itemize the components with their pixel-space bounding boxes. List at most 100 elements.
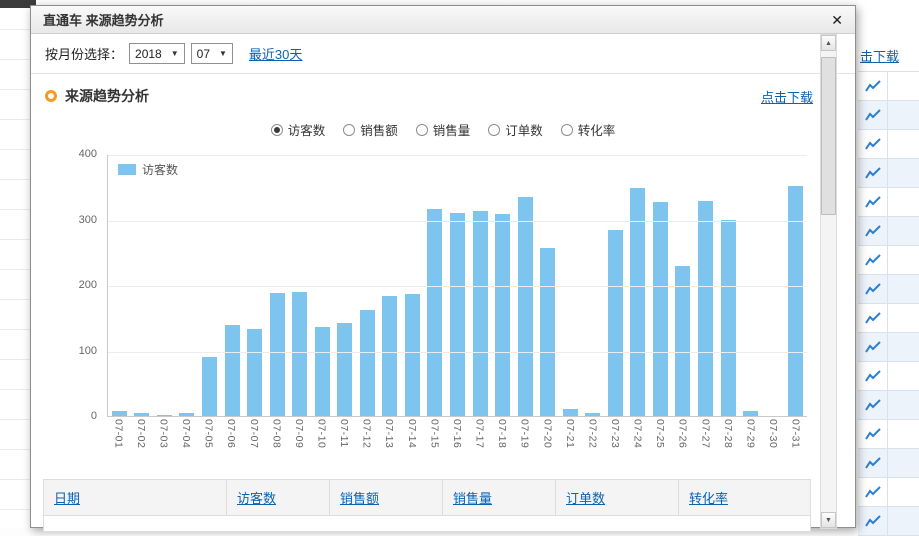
table-header-cell: 访客数 <box>227 480 330 515</box>
table-sort-link-4[interactable]: 销售量 <box>453 491 492 506</box>
x-tick: 07-16 <box>449 419 464 465</box>
x-tick-label: 07-22 <box>586 419 598 465</box>
background-table-row <box>858 333 919 362</box>
background-table-row <box>858 188 919 217</box>
table-header-cell: 日期 <box>44 480 227 515</box>
trend-chart-icon[interactable] <box>858 304 888 332</box>
background-table-cell <box>888 188 919 216</box>
x-tick: 07-28 <box>720 419 735 465</box>
x-tick-label: 07-04 <box>180 419 192 465</box>
year-select[interactable]: 2018 ▼ <box>129 43 185 64</box>
y-tick-label: 300 <box>79 214 97 226</box>
trend-chart-icon[interactable] <box>858 72 888 100</box>
bar-07-26 <box>675 266 690 416</box>
background-table-cell <box>888 333 919 361</box>
metric-radio-3[interactable]: 销售量 <box>416 120 471 139</box>
x-tick-label: 07-08 <box>270 419 282 465</box>
table-sort-link-5[interactable]: 订单数 <box>566 491 605 506</box>
trend-chart-icon[interactable] <box>858 478 888 506</box>
bar-07-25 <box>653 202 668 416</box>
scroll-up-button[interactable]: ▲ <box>821 35 836 51</box>
trend-chart-icon[interactable] <box>858 362 888 390</box>
x-tick-label: 07-09 <box>293 419 305 465</box>
x-tick: 07-27 <box>698 419 713 465</box>
scrollbar-thumb[interactable] <box>821 57 836 215</box>
x-tick-label: 07-20 <box>541 419 553 465</box>
background-table-cell <box>888 362 919 390</box>
table-header-cell: 转化率 <box>679 480 810 515</box>
x-tick: 07-21 <box>562 419 577 465</box>
x-tick-label: 07-16 <box>451 419 463 465</box>
metric-radio-1[interactable]: 访客数 <box>271 120 326 139</box>
background-table-cell <box>888 304 919 332</box>
bar-07-20 <box>540 248 555 416</box>
x-tick: 07-20 <box>540 419 555 465</box>
table-sort-link-1[interactable]: 日期 <box>54 491 80 506</box>
metric-radio-4[interactable]: 订单数 <box>488 120 543 139</box>
background-page-left <box>0 0 30 528</box>
x-tick-label: 07-10 <box>315 419 327 465</box>
metric-radio-label: 销售量 <box>433 120 471 139</box>
background-download-link[interactable]: 击下载 <box>860 46 899 65</box>
metric-radio-5[interactable]: 转化率 <box>561 120 616 139</box>
trend-chart-icon[interactable] <box>858 246 888 274</box>
bar-07-06 <box>225 325 240 416</box>
x-tick: 07-05 <box>201 419 216 465</box>
download-link[interactable]: 点击下载 <box>761 87 813 106</box>
trend-chart-icon[interactable] <box>858 275 888 303</box>
x-tick-label: 07-06 <box>225 419 237 465</box>
metric-radio-label: 转化率 <box>578 120 616 139</box>
x-tick-label: 07-12 <box>361 419 373 465</box>
x-tick-label: 07-14 <box>406 419 418 465</box>
trend-chart-icon[interactable] <box>858 449 888 477</box>
y-tick-label: 100 <box>79 345 97 357</box>
trend-chart-icon[interactable] <box>858 333 888 361</box>
section-header: 来源趋势分析 点击下载 <box>31 74 855 110</box>
close-icon[interactable]: ✕ <box>831 13 843 27</box>
bar-07-01 <box>112 411 127 416</box>
background-table-row <box>858 362 919 391</box>
trend-chart-icon[interactable] <box>858 420 888 448</box>
metric-radio-label: 订单数 <box>505 120 543 139</box>
bar-07-07 <box>247 329 262 416</box>
x-tick-label: 07-15 <box>428 419 440 465</box>
x-tick: 07-31 <box>788 419 803 465</box>
month-select[interactable]: 07 ▼ <box>191 43 233 64</box>
table-sort-link-2[interactable]: 访客数 <box>237 491 276 506</box>
x-tick: 07-07 <box>246 419 261 465</box>
x-tick: 07-25 <box>653 419 668 465</box>
metric-radio-2[interactable]: 销售额 <box>343 120 398 139</box>
trend-chart-icon[interactable] <box>858 217 888 245</box>
background-table-cell <box>888 72 919 100</box>
trend-chart-icon[interactable] <box>858 391 888 419</box>
trend-chart-icon[interactable] <box>858 130 888 158</box>
background-table-cell <box>888 101 919 129</box>
background-table-cell <box>888 478 919 506</box>
bar-07-22 <box>585 413 600 416</box>
scroll-down-button[interactable]: ▼ <box>821 512 836 528</box>
y-tick-label: 400 <box>79 148 97 160</box>
x-tick-label: 07-19 <box>519 419 531 465</box>
x-tick: 07-12 <box>359 419 374 465</box>
x-tick-label: 07-29 <box>744 419 756 465</box>
recent-30-days-link[interactable]: 最近30天 <box>249 44 302 63</box>
radio-icon <box>343 124 355 136</box>
background-table-row <box>858 101 919 130</box>
trend-chart-icon[interactable] <box>858 101 888 129</box>
radio-icon <box>416 124 428 136</box>
trend-chart-icon[interactable] <box>858 507 888 535</box>
bar-07-21 <box>563 409 578 416</box>
x-tick-label: 07-17 <box>474 419 486 465</box>
trend-chart-icon[interactable] <box>858 159 888 187</box>
table-sort-link-3[interactable]: 销售额 <box>340 491 379 506</box>
x-tick-label: 07-11 <box>338 419 350 465</box>
modal-scrollbar[interactable]: ▲ ▼ <box>820 34 837 529</box>
table-sort-link-6[interactable]: 转化率 <box>689 491 728 506</box>
trend-chart-icon[interactable] <box>858 188 888 216</box>
x-tick: 07-23 <box>608 419 623 465</box>
x-tick-label: 07-07 <box>248 419 260 465</box>
background-table-row <box>858 304 919 333</box>
bar-07-27 <box>698 201 713 416</box>
gridline <box>108 155 807 156</box>
x-tick: 07-10 <box>314 419 329 465</box>
